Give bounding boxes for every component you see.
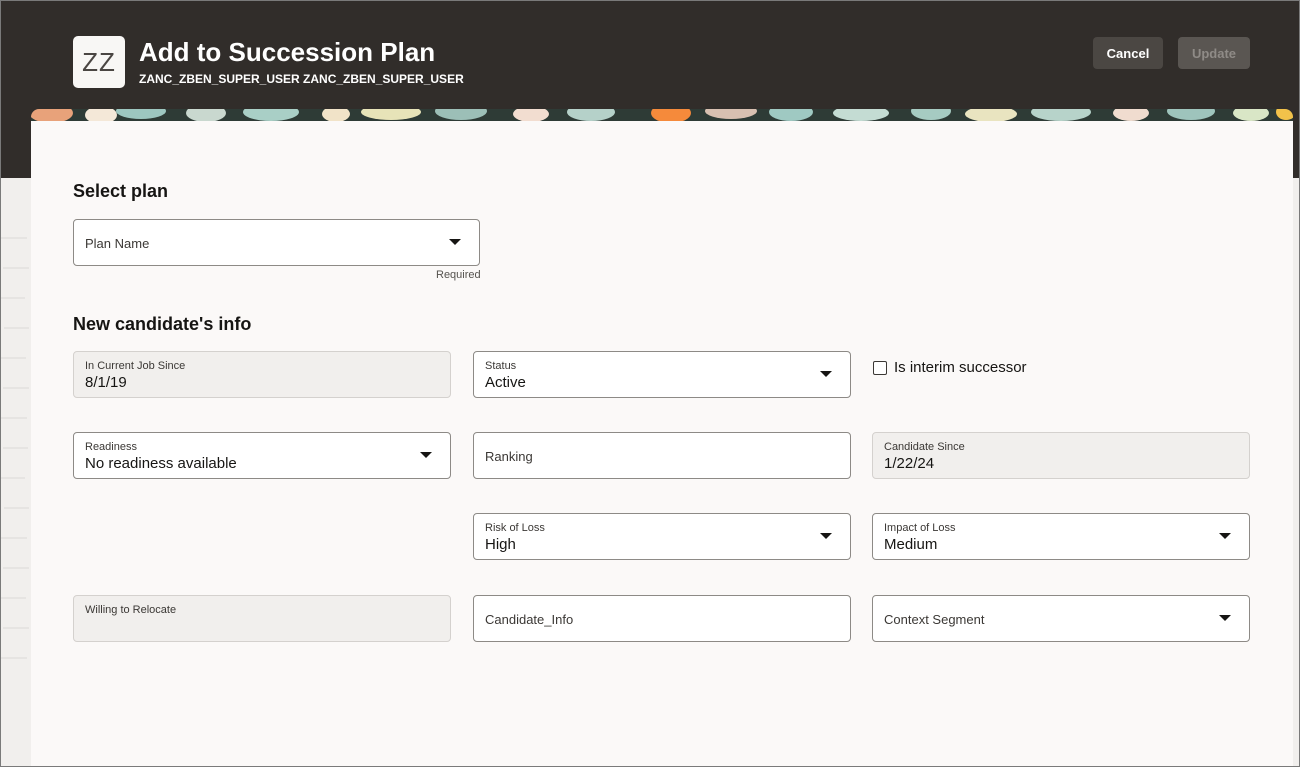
app-frame: ZZ Add to Succession Plan ZANC_ZBEN_SUPE… (0, 0, 1300, 767)
impact-of-loss-select[interactable]: Impact of Loss Medium (872, 513, 1250, 560)
interim-successor-label: Is interim successor (894, 359, 1027, 376)
chevron-down-icon (1219, 615, 1231, 621)
chevron-down-icon (449, 239, 461, 245)
select-plan-title: Select plan (73, 181, 169, 201)
page-subtitle: ZANC_ZBEN_SUPER_USER ZANC_ZBEN_SUPER_USE… (139, 72, 464, 86)
candidate-since-label: Candidate Since (884, 441, 965, 453)
required-hint: Required (436, 269, 481, 281)
context-segment-select[interactable]: Context Segment (872, 595, 1250, 642)
candidate-info-label: Candidate_Info (485, 612, 574, 627)
update-button[interactable]: Update (1178, 37, 1250, 69)
chevron-down-icon (1219, 533, 1231, 539)
background-pattern-left (1, 178, 31, 766)
avatar: ZZ (73, 36, 125, 88)
chevron-down-icon (420, 452, 432, 458)
status-select[interactable]: Status Active (473, 351, 851, 398)
willing-to-relocate-field: Willing to Relocate (73, 595, 451, 642)
chevron-down-icon (820, 533, 832, 539)
in-current-job-since-value: 8/1/19 (85, 374, 127, 391)
plan-name-select[interactable]: Plan Name (73, 219, 480, 266)
impact-of-loss-label: Impact of Loss (884, 522, 956, 534)
candidate-since-field: Candidate Since 1/22/24 (872, 432, 1250, 479)
status-value: Active (485, 374, 526, 391)
readiness-select[interactable]: Readiness No readiness available (73, 432, 451, 479)
plan-name-label: Plan Name (85, 236, 150, 251)
interim-successor-option[interactable]: Is interim successor (873, 359, 1027, 376)
risk-of-loss-select[interactable]: Risk of Loss High (473, 513, 851, 560)
willing-to-relocate-label: Willing to Relocate (85, 604, 177, 616)
risk-of-loss-value: High (485, 536, 516, 553)
chevron-down-icon (820, 371, 832, 377)
in-current-job-since-field: In Current Job Since 8/1/19 (73, 351, 451, 398)
status-label: Status (485, 360, 517, 372)
impact-of-loss-value: Medium (884, 536, 938, 553)
candidate-info-title: New candidate's info (73, 314, 252, 334)
interim-successor-checkbox[interactable] (873, 360, 887, 375)
candidate-info-input[interactable]: Candidate_Info (473, 595, 851, 642)
risk-of-loss-label: Risk of Loss (485, 522, 545, 534)
candidate-since-value: 1/22/24 (884, 455, 935, 472)
page-title: Add to Succession Plan (139, 37, 436, 67)
cancel-button[interactable]: Cancel (1093, 37, 1163, 69)
in-current-job-since-label: In Current Job Since (85, 360, 186, 372)
readiness-value: No readiness available (85, 455, 237, 472)
context-segment-label: Context Segment (884, 612, 985, 627)
ranking-input[interactable]: Ranking (473, 432, 851, 479)
readiness-label: Readiness (85, 441, 137, 453)
ranking-label: Ranking (485, 449, 533, 464)
